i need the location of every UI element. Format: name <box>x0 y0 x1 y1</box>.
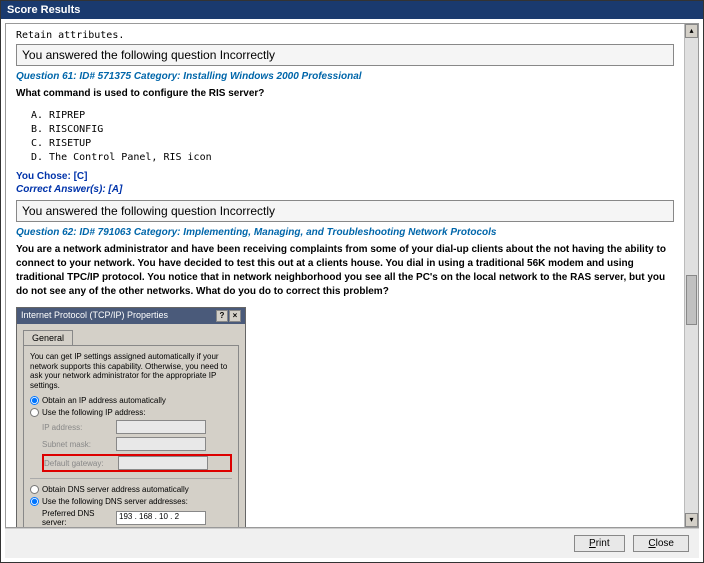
you-chose-q61: You Chose: [C] <box>16 171 674 182</box>
subnet-mask-input[interactable] <box>116 437 206 451</box>
score-results-window: Score Results Retain attributes. You ans… <box>0 0 704 563</box>
tab-content: You can get IP settings assigned automat… <box>23 345 239 527</box>
radio-obtain-dns-auto-label: Obtain DNS server address automatically <box>42 485 189 494</box>
incorrect-banner-q61: You answered the following question Inco… <box>16 44 674 66</box>
default-gateway-input[interactable] <box>118 456 208 470</box>
dialog-body: General You can get IP settings assigned… <box>17 324 245 527</box>
scroll-up-button[interactable]: ▴ <box>685 24 698 38</box>
window-titlebar: Score Results <box>1 1 703 19</box>
q61-option-b: B. RISCONFIG <box>31 123 674 137</box>
scroll-content: Retain attributes. You answered the foll… <box>6 24 684 527</box>
q61-option-c: C. RISETUP <box>31 137 674 151</box>
scroll-down-button[interactable]: ▾ <box>685 513 698 527</box>
print-button[interactable]: Print <box>574 535 625 552</box>
incorrect-banner-q62: You answered the following question Inco… <box>16 200 674 222</box>
radio-obtain-ip-auto-label: Obtain an IP address automatically <box>42 396 166 405</box>
q61-option-d: D. The Control Panel, RIS icon <box>31 151 674 165</box>
ip-address-row: IP address: <box>42 420 232 434</box>
default-gateway-row-highlight: Default gateway: <box>42 454 232 472</box>
question-62-header: Question 62: ID# 791063 Category: Implem… <box>16 227 674 238</box>
q61-option-a: A. RIPREP <box>31 109 674 123</box>
question-61-text: What command is used to configure the RI… <box>16 87 674 101</box>
radio-obtain-ip-auto-input[interactable] <box>30 396 39 405</box>
correct-answer-q61: Correct Answer(s): [A] <box>16 184 674 195</box>
radio-obtain-ip-auto[interactable]: Obtain an IP address automatically <box>30 396 232 405</box>
tab-general[interactable]: General <box>23 330 73 345</box>
close-button[interactable]: Close <box>633 535 689 552</box>
default-gateway-label: Default gateway: <box>44 459 114 468</box>
tcpip-properties-dialog: Internet Protocol (TCP/IP) Properties ? … <box>16 307 246 527</box>
radio-obtain-dns-auto[interactable]: Obtain DNS server address automatically <box>30 485 232 494</box>
dialog-titlebar: Internet Protocol (TCP/IP) Properties ? … <box>17 308 245 324</box>
scroll-thumb[interactable] <box>686 275 697 325</box>
content-area: Retain attributes. You answered the foll… <box>5 23 699 528</box>
radio-use-dns[interactable]: Use the following DNS server addresses: <box>30 497 232 506</box>
preferred-dns-label: Preferred DNS server: <box>42 509 112 527</box>
preferred-dns-input[interactable]: 193 . 168 . 10 . 2 <box>116 511 206 525</box>
radio-use-ip-label: Use the following IP address: <box>42 408 145 417</box>
subnet-mask-row: Subnet mask: <box>42 437 232 451</box>
ip-address-input[interactable] <box>116 420 206 434</box>
subnet-mask-label: Subnet mask: <box>42 440 112 449</box>
window-title: Score Results <box>7 4 80 16</box>
preferred-dns-row: Preferred DNS server: 193 . 168 . 10 . 2 <box>42 509 232 527</box>
radio-use-ip[interactable]: Use the following IP address: <box>30 408 232 417</box>
radio-use-dns-input[interactable] <box>30 497 39 506</box>
dialog-description: You can get IP settings assigned automat… <box>30 352 232 390</box>
dialog-title-buttons: ? × <box>216 310 241 322</box>
question-61-header: Question 61: ID# 571375 Category: Instal… <box>16 71 674 82</box>
vertical-scrollbar[interactable]: ▴ ▾ <box>684 24 698 527</box>
divider <box>30 478 232 479</box>
radio-obtain-dns-auto-input[interactable] <box>30 485 39 494</box>
bottom-button-bar: Print Close <box>5 528 699 558</box>
radio-use-dns-label: Use the following DNS server addresses: <box>42 497 188 506</box>
help-icon[interactable]: ? <box>216 310 228 322</box>
radio-use-ip-input[interactable] <box>30 408 39 417</box>
dialog-title-text: Internet Protocol (TCP/IP) Properties <box>21 310 168 322</box>
question-62-text: You are a network administrator and have… <box>16 243 674 299</box>
retain-attributes-text: Retain attributes. <box>16 30 674 41</box>
close-icon[interactable]: × <box>229 310 241 322</box>
ip-address-label: IP address: <box>42 423 112 432</box>
